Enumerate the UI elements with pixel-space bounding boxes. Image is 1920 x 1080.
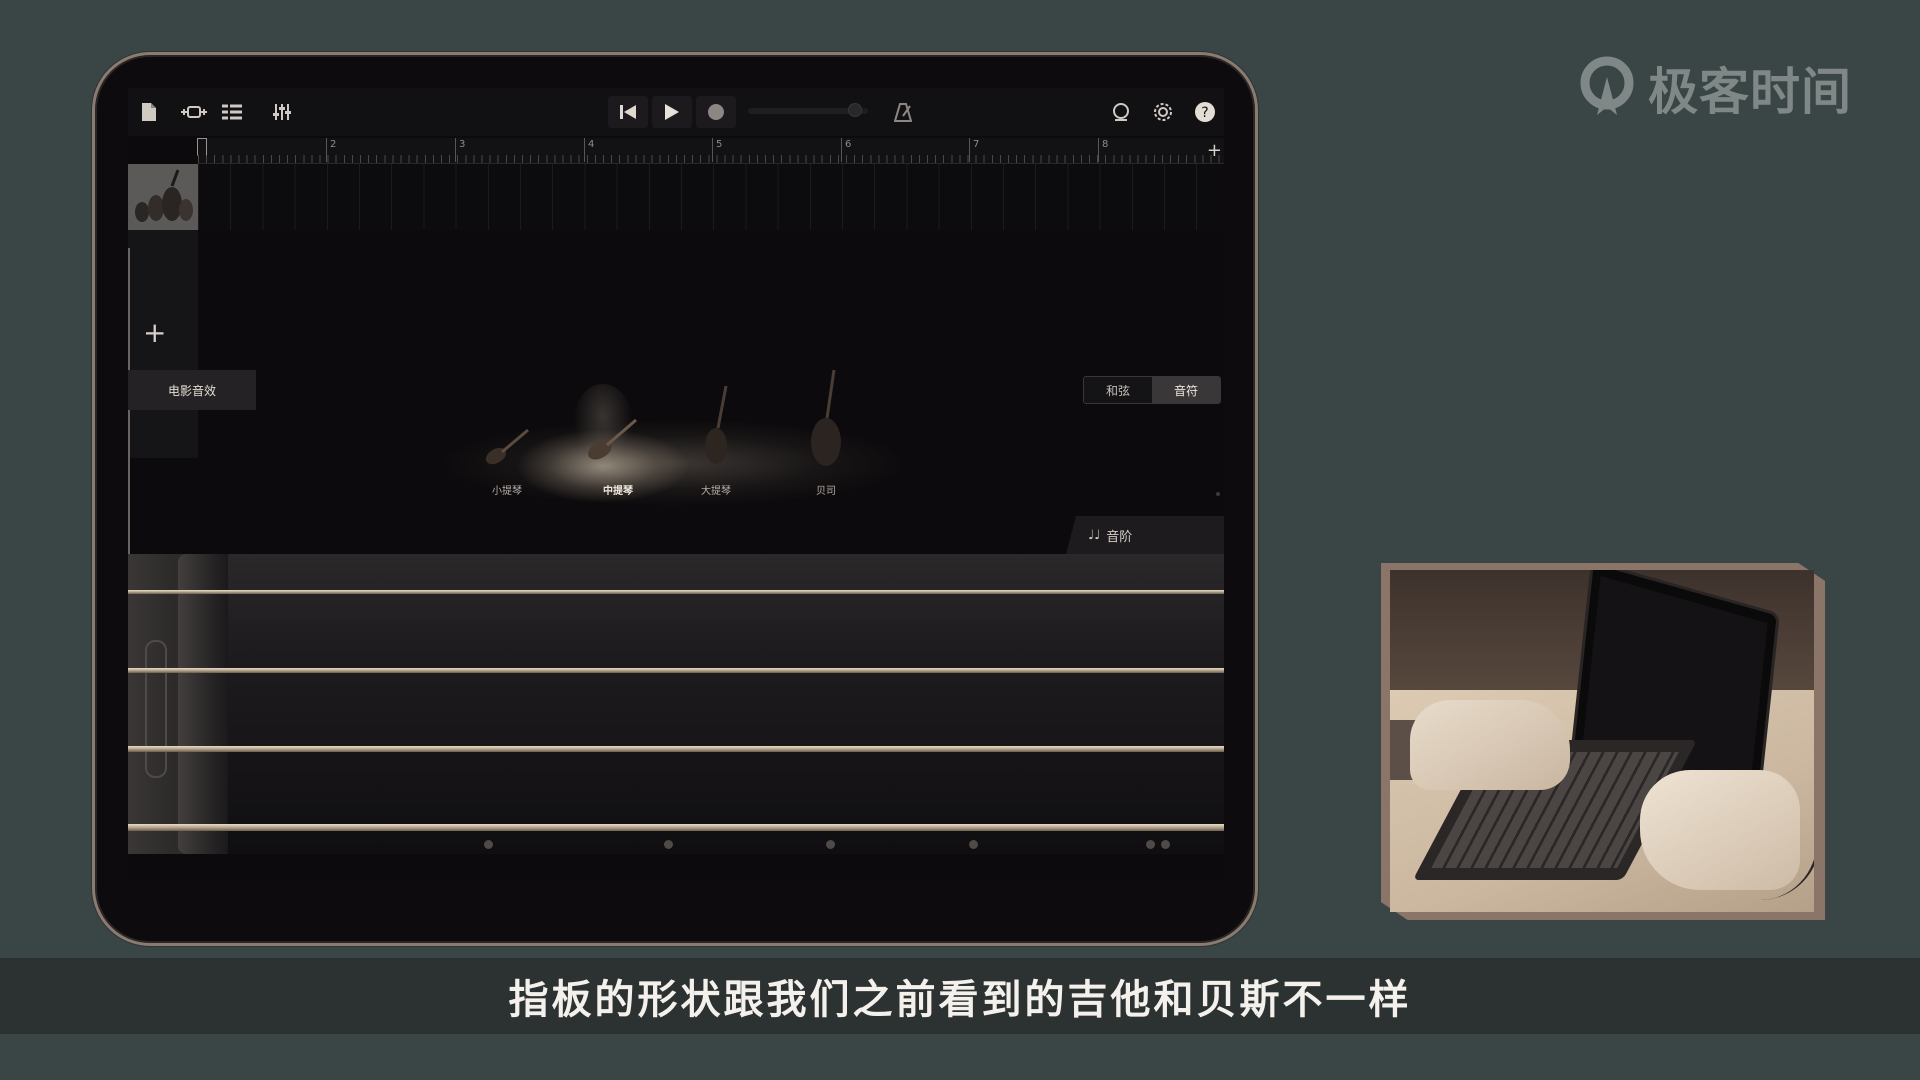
ruler-bar-line (712, 138, 713, 162)
track-view-icon[interactable] (176, 96, 212, 128)
violin-icon[interactable] (480, 424, 534, 468)
ruler-bar-line (584, 138, 585, 162)
document-icon[interactable] (134, 96, 164, 128)
ruler-number: 7 (973, 139, 980, 150)
ruler-bar-line (969, 138, 970, 162)
ruler-bar-line (1098, 138, 1099, 162)
fretboard[interactable] (128, 554, 1224, 854)
chords-notes-toggle[interactable]: 和弦 音符 (1083, 376, 1221, 404)
segment-notes[interactable]: 音符 (1152, 377, 1220, 403)
ruler-ticks (198, 155, 1224, 163)
brand-logo-icon (1580, 56, 1634, 115)
ruler-number: 5 (716, 139, 723, 150)
ruler-number: 8 (1102, 139, 1109, 150)
subtitle-text: 指板的形状跟我们之前看到的吉他和贝斯不一样 (508, 977, 1412, 1023)
playhead[interactable] (197, 138, 207, 156)
help-icon[interactable]: ? (1190, 96, 1220, 128)
record-button[interactable] (696, 96, 736, 128)
instrument-label[interactable]: 大提琴 (676, 482, 756, 497)
loop-icon[interactable] (1106, 96, 1136, 128)
sound-select-button[interactable]: 电影音效 (128, 370, 256, 410)
garageband-screen: ? 2 3 4 5 6 7 8 + + 电影音效 和弦 音符 小提琴 中提琴 大… (128, 88, 1224, 882)
track-lane[interactable] (198, 164, 1224, 230)
tracks-list-icon[interactable] (216, 96, 248, 128)
timeline-ruler[interactable]: 2 3 4 5 6 7 8 (198, 138, 1224, 164)
position-marker (664, 840, 673, 849)
ruler-number: 4 (588, 139, 595, 150)
bass-icon[interactable] (806, 368, 846, 468)
position-marker (484, 840, 493, 849)
play-button[interactable] (652, 96, 692, 128)
camera-right-hand (1640, 770, 1800, 890)
settings-icon[interactable] (1148, 96, 1178, 128)
brand-name: 极客时间 (1648, 63, 1852, 121)
track-header-strings[interactable] (128, 164, 198, 230)
string-a[interactable] (128, 590, 1224, 594)
tuning-peg (145, 640, 167, 778)
viola-icon[interactable] (582, 414, 640, 466)
rewind-icon (620, 105, 636, 119)
cello-icon[interactable] (700, 384, 734, 468)
scale-label: 音阶 (1106, 529, 1133, 545)
ruler-number: 6 (845, 139, 852, 150)
strings-icon (128, 164, 198, 230)
string-g[interactable] (128, 746, 1224, 752)
instrument-label[interactable]: 小提琴 (467, 482, 547, 497)
position-marker (1161, 840, 1170, 849)
mixer-icon[interactable] (266, 96, 298, 128)
add-section-icon[interactable]: + (1207, 140, 1222, 161)
instrument-label-active[interactable]: 中提琴 (578, 482, 658, 497)
ruler-bar-line (455, 138, 456, 162)
position-marker (1146, 840, 1155, 849)
position-marker (969, 840, 978, 849)
toolbar: ? (128, 88, 1224, 136)
string-c[interactable] (128, 824, 1224, 831)
ruler-number: 2 (330, 139, 337, 150)
fretboard-scroll-edge (178, 554, 228, 854)
play-icon (665, 104, 679, 120)
svg-text:?: ? (1201, 105, 1208, 121)
camera-inset (1390, 570, 1814, 912)
ruler-bar-line (326, 138, 327, 162)
video-frame: 极客时间 ? 2 3 4 5 6 7 8 + + 电影音效 和弦 音符 小提琴 … (0, 0, 1920, 1080)
ruler-bar-line (841, 138, 842, 162)
scale-notes-icon: ♩♩ (1088, 527, 1101, 543)
metronome-icon[interactable] (888, 96, 918, 128)
rewind-button[interactable] (608, 96, 648, 128)
segment-chords[interactable]: 和弦 (1084, 377, 1152, 403)
camera-left-hand (1410, 700, 1570, 790)
scale-button[interactable]: ♩♩ 音阶 (1066, 516, 1224, 554)
volume-slider-knob[interactable] (848, 103, 862, 117)
instrument-label[interactable]: 贝司 (786, 482, 866, 497)
string-d[interactable] (128, 668, 1224, 673)
add-track-icon[interactable]: + (143, 316, 166, 349)
side-grip (1216, 492, 1220, 496)
brand-logo: 极客时间 (1578, 52, 1852, 124)
record-icon (708, 104, 724, 120)
ruler-number: 3 (459, 139, 466, 150)
volume-slider[interactable] (748, 103, 868, 117)
position-marker (826, 840, 835, 849)
